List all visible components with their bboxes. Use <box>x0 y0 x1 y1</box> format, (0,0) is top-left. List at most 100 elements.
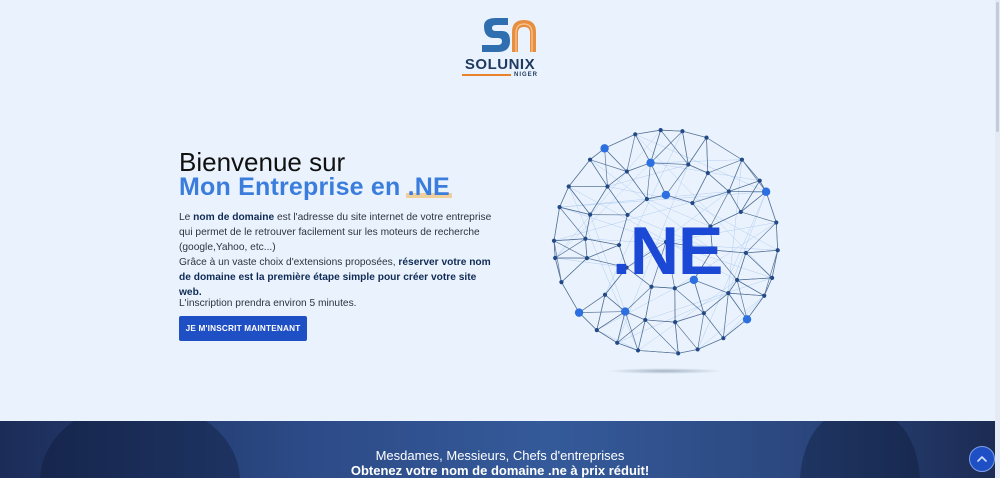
globe-edge <box>675 312 704 323</box>
globe-node <box>602 292 608 297</box>
globe-edge <box>706 137 709 174</box>
globe-edge <box>579 311 626 313</box>
globe-edge <box>763 277 773 296</box>
scroll-to-top-button[interactable] <box>969 446 995 472</box>
globe-edge <box>728 159 743 192</box>
globe-node <box>721 336 726 341</box>
globe-edge <box>723 293 729 339</box>
globe-edge <box>634 134 651 164</box>
globe-edge <box>568 159 591 187</box>
globe-edge <box>728 191 742 213</box>
signup-button[interactable]: JE M'INSCRIT MAINTENANT <box>179 316 307 341</box>
globe-node <box>583 236 588 241</box>
globe-node <box>673 320 678 325</box>
globe-edge <box>554 257 562 283</box>
logo-rule <box>462 74 511 76</box>
globe-edge <box>626 171 648 200</box>
globe-edge <box>740 211 777 223</box>
hero-title: Bienvenue sur <box>179 147 346 177</box>
globe-node <box>686 162 691 167</box>
globe-edge <box>674 287 705 314</box>
globe-edge <box>650 162 667 196</box>
globe-edge <box>645 319 679 354</box>
globe-node <box>594 327 599 333</box>
globe-edge <box>775 222 779 251</box>
globe-node <box>553 255 558 261</box>
globe-edge <box>728 292 765 297</box>
globe-node <box>559 279 564 285</box>
globe-node <box>658 128 663 133</box>
globe-edge <box>674 321 698 350</box>
globe-node <box>726 291 731 296</box>
page-scrollbar-thumb[interactable] <box>996 2 999 132</box>
logo-wordmark: SOLUNIX <box>464 56 536 73</box>
globe-edge <box>745 249 778 254</box>
hero-subtitle-highlight: .NE <box>407 173 450 201</box>
globe-node <box>557 205 562 210</box>
globe-inner-edge <box>596 287 675 331</box>
solunix-logo-mark <box>482 18 536 52</box>
hero-subtitle-prefix: Mon Entreprise en <box>179 173 408 201</box>
globe-edge <box>741 159 760 181</box>
globe-edge <box>553 240 562 283</box>
globe-node <box>757 178 762 183</box>
signup-duration-note: L'inscription prendra environ 5 minutes. <box>179 298 357 309</box>
globe-edge <box>697 337 724 350</box>
globe-node <box>742 315 752 324</box>
globe-edge <box>635 129 661 135</box>
globe-node <box>676 351 681 356</box>
globe-node <box>680 129 685 134</box>
globe-edge <box>707 159 743 174</box>
globe-edge <box>589 159 608 187</box>
globe-edge <box>697 313 705 350</box>
globe-node <box>587 157 593 162</box>
network-globe-illustration: .NE <box>546 124 786 374</box>
globe-edge <box>771 250 779 278</box>
globe-node <box>635 348 641 353</box>
globe-edge <box>728 292 748 320</box>
globe-node <box>762 293 767 298</box>
site-logo[interactable]: SOLUNIX NIGER <box>462 14 538 82</box>
globe-ne-label: .NE <box>612 213 723 289</box>
globe-node <box>761 187 771 196</box>
globe-edge <box>740 180 761 213</box>
globe-node <box>605 184 610 189</box>
hero-description: Le nom de domaine est l'adresse du site … <box>179 210 499 300</box>
globe-edge <box>682 130 707 138</box>
globe-edge <box>596 329 618 344</box>
globe-shadow <box>606 368 724 374</box>
desc-text-2a: Grâce à un vaste choix d'extensions prop… <box>179 257 399 268</box>
globe-node <box>775 248 780 253</box>
globe-node <box>620 307 630 316</box>
globe-node <box>566 184 571 189</box>
globe-node <box>701 311 706 316</box>
globe-edge <box>707 172 730 192</box>
desc-text-1a: Le <box>179 212 194 223</box>
globe-node <box>588 212 593 217</box>
promo-line-2: Obtenez votre nom de domaine .ne à prix … <box>350 463 650 478</box>
globe-node <box>584 256 590 261</box>
hero-subtitle: Mon Entreprise en .NE <box>179 173 450 201</box>
globe-inner-edge <box>697 295 765 350</box>
globe-inner-edge <box>607 164 689 187</box>
globe-node <box>551 238 557 243</box>
globe-node <box>735 277 740 283</box>
chevron-up-icon <box>977 456 987 462</box>
globe-node <box>646 158 655 168</box>
globe-node <box>633 132 638 137</box>
desc-bold-1: nom de domaine <box>193 212 275 223</box>
globe-node <box>615 340 620 345</box>
globe-node <box>743 250 748 256</box>
globe-edge <box>616 319 646 344</box>
globe-node <box>738 209 743 215</box>
globe-node <box>624 169 629 174</box>
globe-node <box>600 144 609 153</box>
globe-edge <box>674 322 679 354</box>
globe-edge <box>703 312 724 339</box>
globe-edge <box>617 342 639 351</box>
logo-subline: NIGER <box>462 72 538 78</box>
globe-node <box>770 275 775 280</box>
globe-edge <box>682 131 689 165</box>
globe-edge <box>687 137 707 165</box>
globe-edge <box>561 257 588 283</box>
